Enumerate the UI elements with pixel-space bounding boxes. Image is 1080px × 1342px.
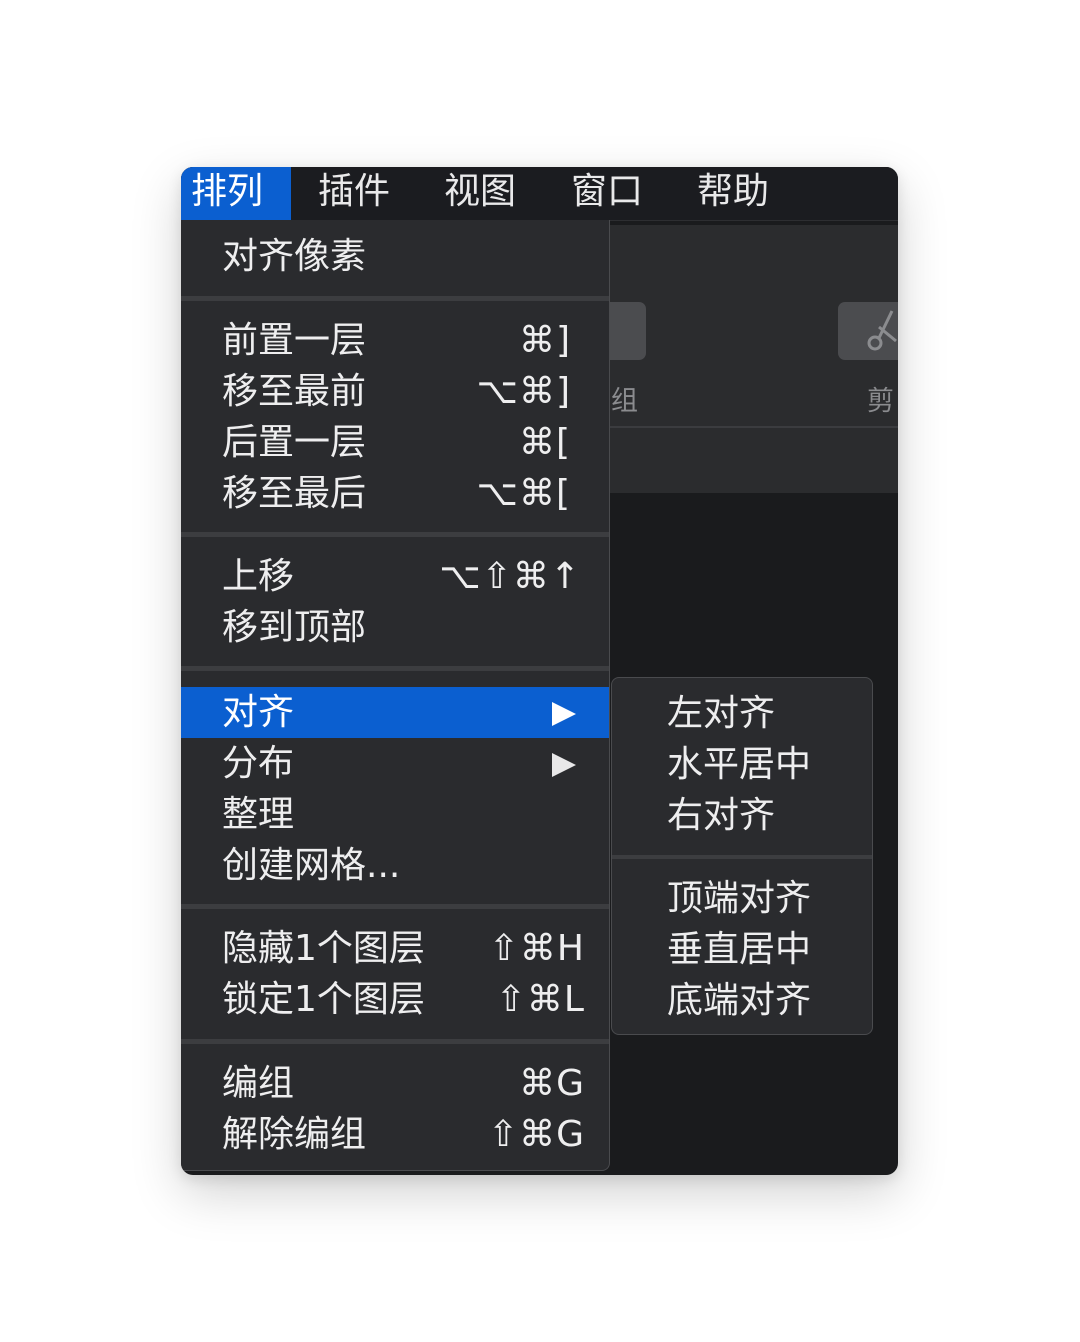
menu-item-label: 分布 [222, 743, 295, 784]
align-submenu: 左对齐 水平居中 右对齐 顶端对齐 垂直居中 底端对齐 [611, 677, 873, 1035]
submenu-item-align-right[interactable]: 右对齐 [612, 790, 872, 841]
menu-separator [181, 666, 609, 671]
menubar-help[interactable]: 帮助 [687, 167, 779, 220]
menu-separator [181, 532, 609, 537]
menu-item-label: 创建网格... [222, 845, 401, 886]
menu-item-align[interactable]: 对齐 [181, 687, 609, 738]
submenu-item-align-vertical-center[interactable]: 垂直居中 [612, 924, 872, 975]
group-toolbar-label: 组 [611, 386, 638, 417]
submenu-separator [612, 855, 872, 859]
menu-item-send-to-back[interactable]: 移至最后 ⌥⌘[ [181, 468, 609, 519]
submenu-item-label: 水平居中 [667, 744, 812, 785]
menu-item-label: 上移 [222, 556, 295, 597]
menu-item-label: 移至最后 [222, 473, 367, 514]
menubar-arrange[interactable]: 排列 [181, 167, 291, 220]
menu-item-shortcut: ⇧⌘L [495, 979, 585, 1020]
menu-item-label: 隐藏1个图层 [222, 928, 425, 969]
menu-item-make-grid[interactable]: 创建网格... [181, 840, 609, 891]
menubar-view[interactable]: 视图 [434, 167, 526, 220]
menu-item-label: 移到顶部 [222, 607, 367, 648]
menu-item-shortcut: ⌘] [518, 320, 571, 361]
menu-item-label: 对齐 [222, 692, 295, 733]
menu-item-shortcut: ⇧⌘G [487, 1114, 585, 1155]
toolbar-divider [609, 426, 898, 428]
submenu-item-label: 右对齐 [667, 795, 776, 836]
menu-item-ungroup[interactable]: 解除编组 ⇧⌘G [181, 1109, 609, 1160]
menubar-window[interactable]: 窗口 [561, 167, 653, 220]
menubar-plugins[interactable]: 插件 [308, 167, 400, 220]
submenu-arrow-icon [552, 702, 576, 726]
submenu-item-align-left[interactable]: 左对齐 [612, 688, 872, 739]
menu-item-label: 解除编组 [222, 1114, 367, 1155]
submenu-item-align-horizontal-center[interactable]: 水平居中 [612, 739, 872, 790]
menu-item-shortcut: ⌥⌘] [476, 371, 571, 412]
menu-separator [181, 1039, 609, 1044]
submenu-item-align-top[interactable]: 顶端对齐 [612, 873, 872, 924]
menu-item-move-up[interactable]: 上移 ⌥⇧⌘↑ [181, 551, 609, 602]
submenu-item-label: 底端对齐 [667, 980, 812, 1021]
menu-item-shortcut: ⇧⌘H [488, 928, 585, 969]
submenu-item-label: 左对齐 [667, 693, 776, 734]
menu-item-label: 编组 [222, 1063, 295, 1104]
cut-toolbar-label: 剪 [867, 386, 894, 417]
menu-item-bring-to-front[interactable]: 移至最前 ⌥⌘] [181, 366, 609, 417]
menu-item-label: 后置一层 [222, 422, 367, 463]
menu-item-move-to-top[interactable]: 移到顶部 [181, 602, 609, 653]
menu-item-snap-to-pixel[interactable]: 对齐像素 [181, 231, 609, 282]
menu-item-bring-forward[interactable]: 前置一层 ⌘] [181, 315, 609, 366]
menu-item-label: 整理 [222, 794, 295, 835]
menu-item-shortcut: ⌥⌘[ [476, 473, 571, 514]
menu-item-hide-layer[interactable]: 隐藏1个图层 ⇧⌘H [181, 923, 609, 974]
menu-item-label: 锁定1个图层 [222, 979, 425, 1020]
scissors-icon [867, 310, 897, 351]
submenu-item-align-bottom[interactable]: 底端对齐 [612, 975, 872, 1026]
menu-separator [181, 296, 609, 301]
menu-item-shortcut: ⌘G [519, 1063, 585, 1104]
menu-item-label: 前置一层 [222, 320, 367, 361]
app-window: 排列 插件 视图 窗口 帮助 组 剪 对齐像素 前置一层 ⌘] 移至最前 ⌥⌘]… [181, 167, 898, 1175]
menu-item-distribute[interactable]: 分布 [181, 738, 609, 789]
menu-item-send-backward[interactable]: 后置一层 ⌘[ [181, 417, 609, 468]
arrange-menu: 对齐像素 前置一层 ⌘] 移至最前 ⌥⌘] 后置一层 ⌘[ 移至最后 ⌥⌘[ 上… [181, 220, 610, 1171]
menu-item-tidy-up[interactable]: 整理 [181, 789, 609, 840]
submenu-item-label: 垂直居中 [667, 929, 812, 970]
menu-item-shortcut: ⌥⇧⌘↑ [439, 556, 581, 597]
menu-separator [181, 904, 609, 909]
menu-item-group[interactable]: 编组 ⌘G [181, 1058, 609, 1109]
menu-bar: 排列 插件 视图 窗口 帮助 [181, 167, 898, 221]
menu-item-shortcut: ⌘[ [518, 422, 571, 463]
submenu-item-label: 顶端对齐 [667, 878, 812, 919]
menu-item-label: 对齐像素 [222, 236, 367, 277]
submenu-arrow-icon [552, 753, 576, 777]
menu-item-lock-layer[interactable]: 锁定1个图层 ⇧⌘L [181, 974, 609, 1025]
menu-item-label: 移至最前 [222, 371, 367, 412]
